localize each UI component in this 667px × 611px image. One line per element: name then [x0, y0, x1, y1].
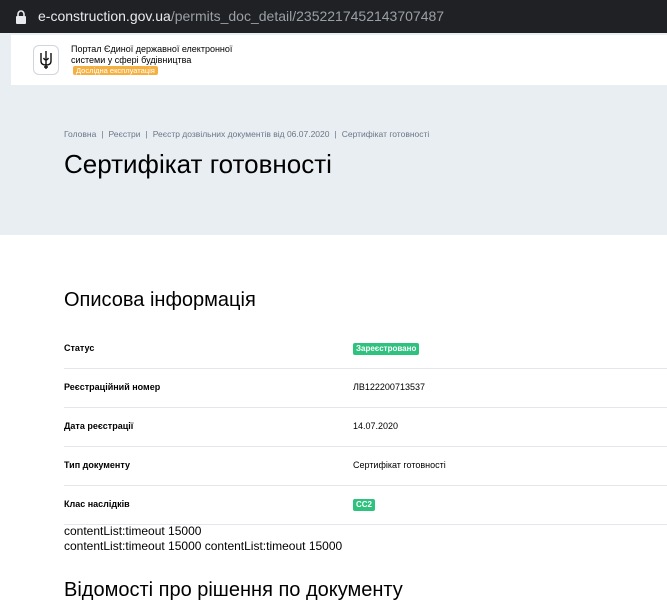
site-logo[interactable]: [33, 45, 59, 75]
descriptive-info-table: Статус Зареєстровано Реєстраційний номер…: [64, 330, 667, 525]
breadcrumb-separator: |: [145, 129, 148, 139]
row-value: 14.07.2020: [353, 421, 399, 431]
trident-icon: [40, 51, 52, 69]
info-row-registration-date: Дата реєстрації 14.07.2020: [64, 408, 667, 447]
descriptive-info-title: Описова інформація: [64, 289, 256, 311]
breadcrumb: Головна | Реєстри | Реєстр дозвільних докуме…: [64, 129, 429, 139]
breadcrumb-home[interactable]: Головна: [64, 129, 96, 139]
row-label: Тип документу: [64, 460, 130, 470]
page-title: Сертифікат готовності: [64, 149, 332, 179]
row-label: Клас наслідків: [64, 499, 130, 509]
debug-text-line: contentList:timeout 15000 contentList:ti…: [64, 539, 343, 553]
info-row-status: Статус Зареєстровано: [64, 330, 667, 369]
info-row-registration-number: Реєстраційний номер ЛВ122200713537: [64, 369, 667, 408]
portal-name[interactable]: Портал Єдиної державної електронної сист…: [71, 44, 241, 76]
debug-text-line: contentList:timeout 15000: [64, 524, 202, 538]
decision-info-title: Відомості про рішення по документу: [64, 579, 403, 601]
row-label: Статус: [64, 343, 95, 353]
row-label: Дата реєстрації: [64, 421, 134, 431]
portal-name-text: Портал Єдиної державної електронної сист…: [71, 44, 233, 65]
row-value: Сертифікат готовності: [353, 460, 446, 470]
row-label: Реєстраційний номер: [64, 382, 161, 392]
breadcrumb-separator: |: [334, 129, 337, 139]
lock-icon: [16, 10, 26, 24]
breadcrumb-registries[interactable]: Реєстри: [109, 129, 141, 139]
url-text[interactable]: e-construction.gov.ua/permits_doc_detail…: [38, 7, 444, 25]
info-row-document-type: Тип документу Сертифікат готовності: [64, 447, 667, 486]
status-badge: Зареєстровано: [353, 343, 420, 355]
breadcrumb-current: Сертифікат готовності: [341, 129, 430, 139]
consequence-class-badge: СС2: [353, 499, 376, 511]
info-row-consequence-class: Клас наслідків СС2: [64, 486, 667, 525]
breadcrumb-separator: |: [101, 129, 104, 139]
url-path: /permits_doc_detail/2352217452143707487: [170, 8, 445, 24]
breadcrumb-permits-registry[interactable]: Реєстр дозвільних документів від 06.07.2…: [153, 129, 330, 139]
trial-badge: Дослідна експлуатація: [73, 66, 158, 75]
browser-address-bar[interactable]: e-construction.gov.ua/permits_doc_detail…: [0, 0, 667, 33]
row-value: ЛВ122200713537: [353, 382, 425, 392]
url-host: e-construction.gov.ua: [38, 8, 171, 24]
